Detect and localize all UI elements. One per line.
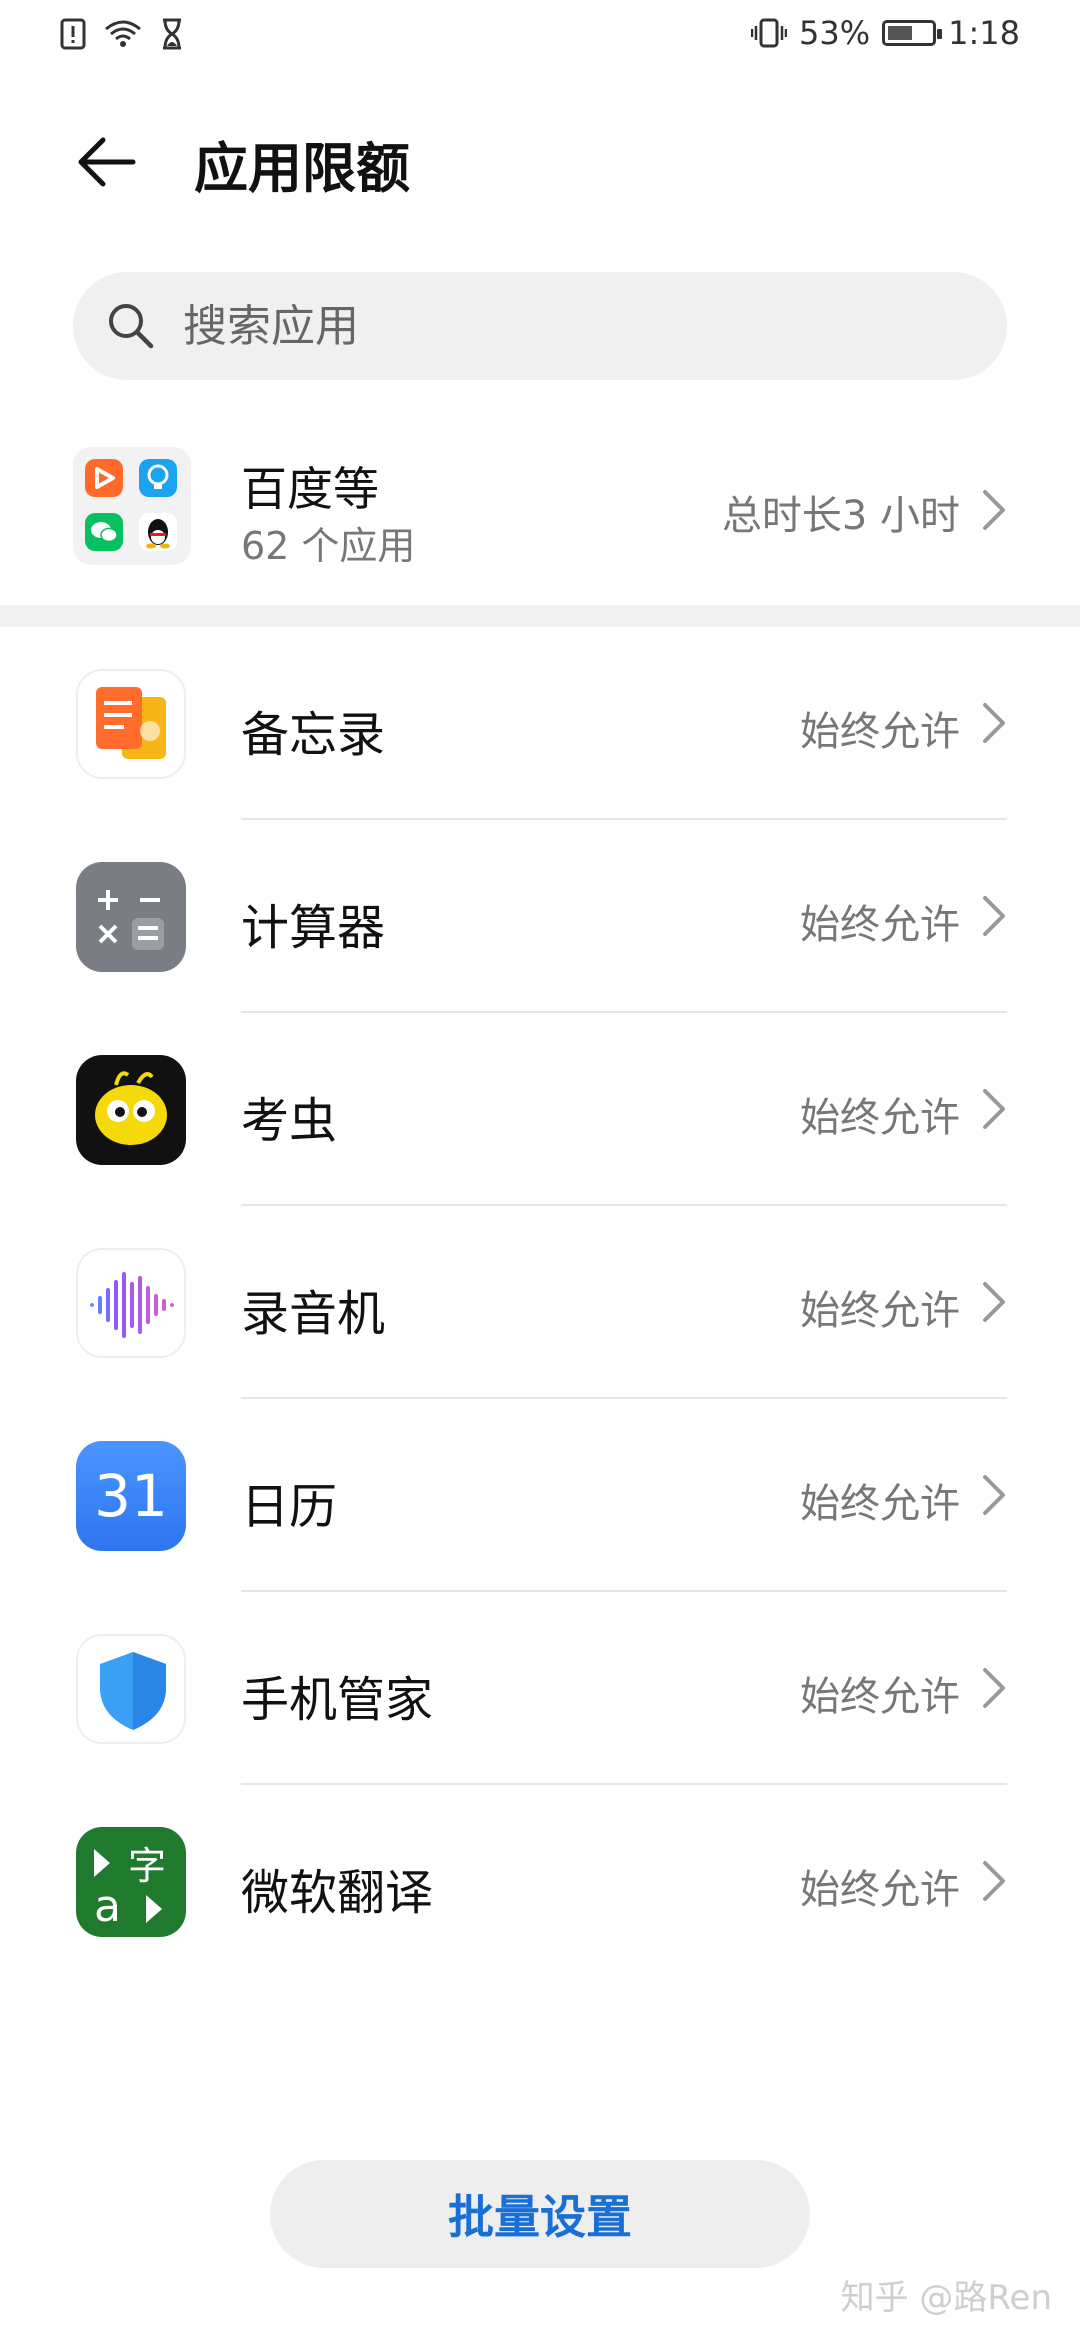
header: 应用限额 bbox=[0, 110, 1080, 210]
search-input[interactable] bbox=[181, 272, 981, 380]
app-name: 考虫 bbox=[241, 1093, 338, 1149]
calendar-day: 31 bbox=[94, 1462, 168, 1530]
app-limit-status: 始终允许 bbox=[800, 1095, 960, 1141]
app-limit-status: 始终允许 bbox=[800, 1288, 960, 1334]
battery-percent: 53% bbox=[799, 14, 871, 52]
app-group-title: 百度等 bbox=[241, 462, 379, 516]
app-limit-status: 始终允许 bbox=[800, 1481, 960, 1527]
app-name: 日历 bbox=[241, 1479, 338, 1535]
kaochong-icon bbox=[76, 1055, 186, 1165]
calculator-icon bbox=[76, 862, 186, 972]
qq-mini-icon bbox=[139, 513, 177, 551]
app-limit-status: 始终允许 bbox=[800, 1674, 960, 1720]
page-title: 应用限额 bbox=[194, 137, 410, 200]
chevron-right-icon bbox=[983, 1089, 1005, 1129]
app-name: 计算器 bbox=[241, 900, 386, 956]
app-limit-status: 始终允许 bbox=[800, 902, 960, 948]
video-app-mini-icon bbox=[85, 459, 123, 497]
wifi-icon bbox=[105, 20, 141, 47]
chevron-right-icon bbox=[983, 490, 1005, 530]
recorder-icon bbox=[76, 1248, 186, 1358]
list-item[interactable]: 31 日历 始终允许 bbox=[0, 1399, 1080, 1592]
chevron-right-icon bbox=[983, 1668, 1005, 1708]
wechat-mini-icon bbox=[85, 513, 123, 551]
app-name: 录音机 bbox=[241, 1286, 386, 1342]
search-bar[interactable] bbox=[73, 272, 1007, 380]
app-limit-status: 始终允许 bbox=[800, 1867, 960, 1913]
search-icon bbox=[109, 304, 154, 349]
status-left-icons bbox=[60, 18, 184, 50]
chevron-right-icon bbox=[983, 1282, 1005, 1322]
list-item[interactable]: 备忘录 始终允许 bbox=[0, 627, 1080, 820]
calendar-icon: 31 bbox=[76, 1441, 186, 1551]
back-button[interactable] bbox=[75, 130, 139, 194]
app-name: 手机管家 bbox=[241, 1672, 434, 1728]
svg-text:a: a bbox=[94, 1881, 121, 1932]
chevron-right-icon bbox=[983, 703, 1005, 743]
watermark: 知乎 @路Ren bbox=[840, 2278, 1052, 2318]
app-name: 备忘录 bbox=[241, 707, 386, 763]
status-bar: 53% 1:18 bbox=[0, 0, 1080, 72]
phone-manager-icon bbox=[76, 1634, 186, 1744]
battery-icon bbox=[882, 20, 943, 46]
notes-icon bbox=[76, 669, 186, 779]
app-list: 备忘录 始终允许 计算器 始终允许 考虫 始终允许 录音机 始终允许 31 日历… bbox=[0, 627, 1080, 1978]
list-item[interactable]: a 字 微软翻译 始终允许 bbox=[0, 1785, 1080, 1978]
vibrate-icon bbox=[751, 18, 788, 48]
sim-alert-icon bbox=[60, 18, 86, 50]
section-divider bbox=[0, 605, 1080, 627]
chevron-right-icon bbox=[983, 896, 1005, 936]
chevron-right-icon bbox=[983, 1861, 1005, 1901]
app-group-row[interactable]: 百度等 62 个应用 总时长3 小时 bbox=[0, 435, 1080, 585]
app-limit-status: 始终允许 bbox=[800, 709, 960, 755]
list-item[interactable]: 考虫 始终允许 bbox=[0, 1013, 1080, 1206]
translator-char: 字 bbox=[128, 1844, 167, 1888]
app-group-count: 62 个应用 bbox=[241, 524, 416, 568]
app-group-icon bbox=[73, 447, 191, 565]
app-name: 微软翻译 bbox=[241, 1865, 434, 1921]
clock: 1:18 bbox=[948, 14, 1020, 52]
status-right-icons: 53% 1:18 bbox=[751, 14, 1020, 52]
list-item[interactable]: 计算器 始终允许 bbox=[0, 820, 1080, 1013]
chevron-right-icon bbox=[983, 1475, 1005, 1515]
batch-settings-button[interactable]: 批量设置 bbox=[270, 2160, 810, 2268]
app-group-total-time: 总时长3 小时 bbox=[721, 493, 960, 539]
hourglass-icon bbox=[163, 18, 181, 50]
list-item[interactable]: 手机管家 始终允许 bbox=[0, 1592, 1080, 1785]
bulb-app-mini-icon bbox=[139, 459, 177, 497]
back-arrow-icon bbox=[78, 137, 136, 187]
microsoft-translator-icon: a 字 bbox=[76, 1827, 186, 1937]
list-item[interactable]: 录音机 始终允许 bbox=[0, 1206, 1080, 1399]
